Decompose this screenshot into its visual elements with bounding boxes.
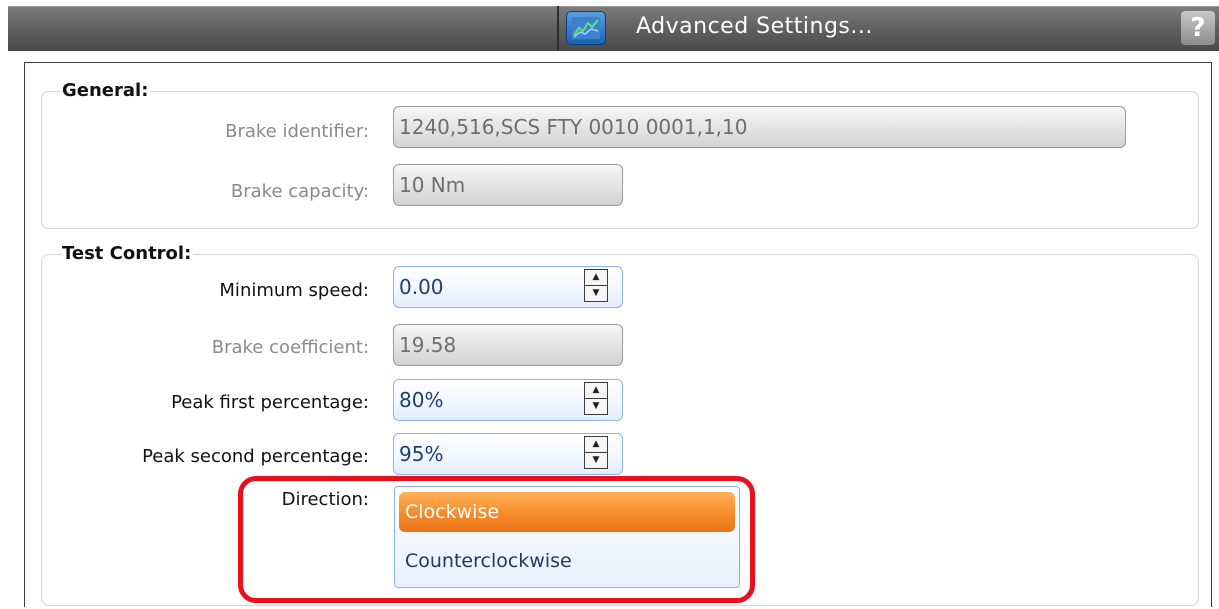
brake-identifier-label: Brake identifier: xyxy=(225,121,369,142)
brake-coefficient-label: Brake coefficient: xyxy=(211,337,369,358)
decrement-icon[interactable]: ▼ xyxy=(585,286,607,301)
test-control-group-title: Test Control: xyxy=(62,243,194,264)
direction-listbox[interactable]: Clockwise Counterclockwise xyxy=(394,486,740,588)
increment-icon[interactable]: ▲ xyxy=(585,437,607,453)
direction-option-clockwise[interactable]: Clockwise xyxy=(399,492,735,532)
help-button[interactable]: ? xyxy=(1181,11,1215,45)
brake-capacity-field: 10 Nm xyxy=(393,164,623,206)
direction-option-counterclockwise[interactable]: Counterclockwise xyxy=(399,541,735,581)
title-bar: Advanced Settings... ? xyxy=(0,0,1219,56)
minimum-speed-stepper[interactable]: ▲ ▼ xyxy=(584,269,608,302)
peak-second-percentage-label: Peak second percentage: xyxy=(142,446,369,467)
general-group-title: General: xyxy=(62,80,151,101)
decrement-icon[interactable]: ▼ xyxy=(585,453,607,468)
direction-label: Direction: xyxy=(281,489,369,510)
decrement-icon[interactable]: ▼ xyxy=(585,399,607,414)
peak-second-percentage-stepper[interactable]: ▲ ▼ xyxy=(584,436,608,469)
title-separator xyxy=(557,6,559,50)
peak-first-percentage-stepper[interactable]: ▲ ▼ xyxy=(584,382,608,415)
brake-identifier-field: 1240,516,SCS FTY 0010 0001,1,10 xyxy=(393,106,1126,148)
title-bar-strip xyxy=(8,6,1219,51)
brake-coefficient-field: 19.58 xyxy=(393,324,623,366)
peak-first-percentage-label: Peak first percentage: xyxy=(171,392,369,413)
minimum-speed-label: Minimum speed: xyxy=(219,280,369,301)
brake-capacity-label: Brake capacity: xyxy=(230,181,369,202)
window-title: Advanced Settings... xyxy=(636,14,873,39)
settings-chart-icon xyxy=(566,11,606,45)
increment-icon[interactable]: ▲ xyxy=(585,383,607,399)
increment-icon[interactable]: ▲ xyxy=(585,270,607,286)
